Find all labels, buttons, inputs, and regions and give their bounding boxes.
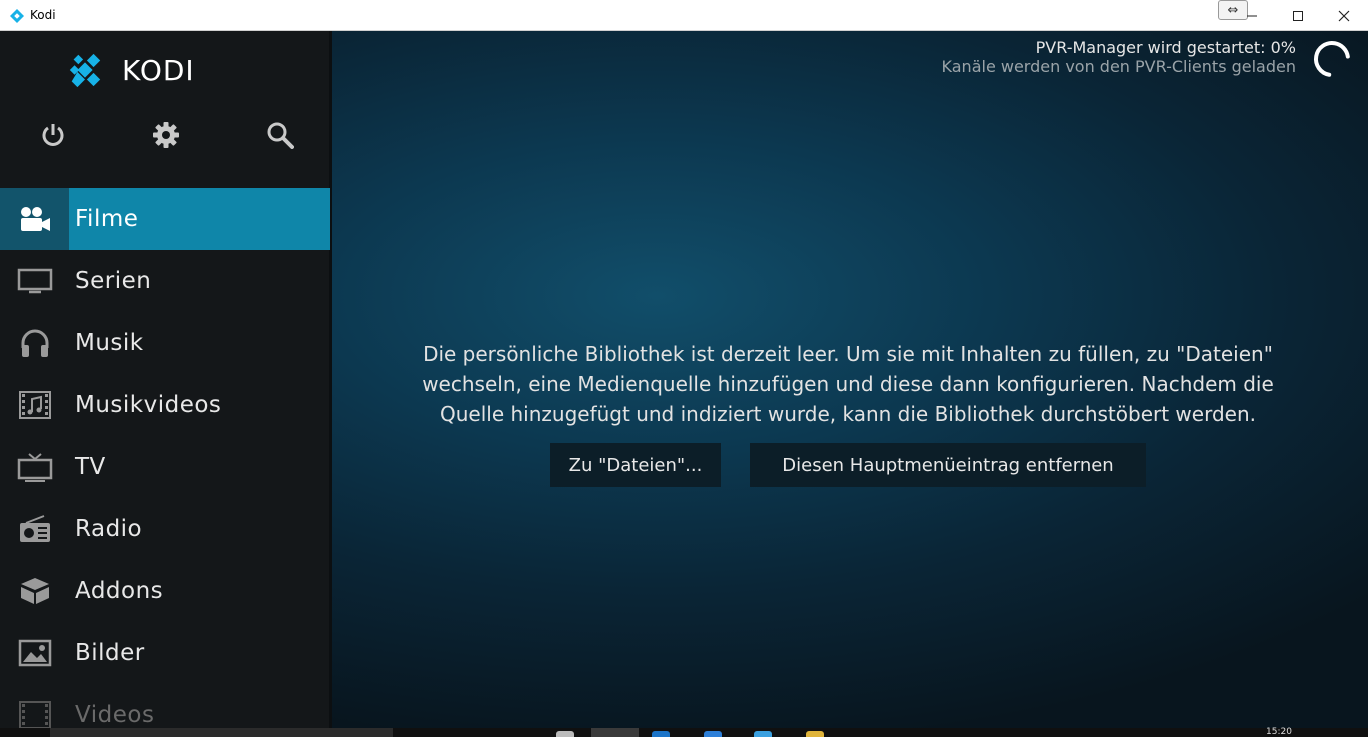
menu-item-musik[interactable]: Musik: [0, 312, 330, 374]
menu-item-bilder[interactable]: Bilder: [0, 622, 330, 684]
gear-icon[interactable]: [150, 119, 182, 151]
menu-item-label: Musikvideos: [75, 392, 222, 418]
remove-menu-entry-button[interactable]: Diesen Hauptmenüeintrag entfernen: [750, 443, 1146, 487]
kodi-main-window: KODI Filme Serien Musik Musikvideos TV R…: [0, 31, 1368, 728]
empty-library-message: Die persönliche Bibliothek ist derzeit l…: [368, 339, 1328, 429]
menu-item-serien[interactable]: Serien: [0, 250, 330, 312]
minimize-button[interactable]: [1229, 0, 1275, 31]
taskbar-app-icon[interactable]: [754, 731, 772, 737]
search-icon[interactable]: [264, 119, 296, 151]
taskbar-clock: 15:20: [1266, 727, 1292, 737]
maximize-button[interactable]: [1275, 0, 1321, 31]
music-video-icon: [0, 374, 69, 436]
menu-item-videos[interactable]: Videos: [0, 684, 330, 728]
movie-camera-icon: [0, 188, 69, 250]
menu-item-filme[interactable]: Filme: [0, 188, 330, 250]
taskbar: 15:20: [0, 728, 1368, 737]
sidebar: KODI Filme Serien Musik Musikvideos TV R…: [0, 31, 332, 728]
menu-item-label: Videos: [75, 702, 155, 728]
menu-item-radio[interactable]: Radio: [0, 498, 330, 560]
menu-item-label: Musik: [75, 330, 144, 356]
kodi-logo: KODI: [66, 53, 195, 88]
tv-monitor-icon: [0, 250, 69, 312]
menu-item-musikvideos[interactable]: Musikvideos: [0, 374, 330, 436]
kodi-logo-text: KODI: [122, 53, 195, 87]
menu-item-addons[interactable]: Addons: [0, 560, 330, 622]
picture-icon: [0, 622, 69, 684]
film-strip-icon: [0, 684, 69, 728]
radio-icon: [0, 498, 69, 560]
loading-spinner-icon: [1314, 41, 1350, 77]
taskbar-search-box[interactable]: [50, 728, 393, 737]
power-icon[interactable]: [37, 119, 69, 151]
taskbar-app-icon[interactable]: [556, 731, 574, 737]
go-to-files-button[interactable]: Zu "Dateien"...: [550, 443, 721, 487]
menu-item-label: TV: [75, 454, 106, 480]
addons-box-icon: [0, 560, 69, 622]
menu-item-tv[interactable]: TV: [0, 436, 330, 498]
menu-item-label: Filme: [75, 206, 139, 232]
menu-item-label: Radio: [75, 516, 143, 542]
close-button[interactable]: [1321, 0, 1367, 31]
kodi-app-icon: [10, 9, 24, 23]
headphones-icon: [0, 312, 69, 374]
pvr-status-text: PVR-Manager wird gestartet: 0%: [1035, 38, 1296, 57]
kodi-logo-icon: [69, 53, 101, 88]
taskbar-active-app[interactable]: [591, 728, 639, 737]
taskbar-app-icon[interactable]: [806, 731, 824, 737]
taskbar-app-icon[interactable]: [704, 731, 722, 737]
tv-icon: [0, 436, 69, 498]
message-line: Die persönliche Bibliothek ist derzeit l…: [423, 342, 1273, 366]
message-line: wechseln, eine Medienquelle hinzufügen u…: [422, 372, 1274, 396]
menu-item-label: Addons: [75, 578, 164, 604]
window-titlebar: Kodi ⇔: [0, 0, 1368, 31]
menu-item-label: Bilder: [75, 640, 145, 666]
message-line: Quelle hinzugefügt und indiziert wurde, …: [440, 402, 1256, 426]
pvr-detail-text: Kanäle werden von den PVR-Clients gelade…: [941, 57, 1296, 76]
menu-item-label: Serien: [75, 268, 152, 294]
pvr-status: PVR-Manager wird gestartet: 0% Kanäle we…: [942, 38, 1296, 76]
taskbar-app-icon[interactable]: [652, 731, 670, 737]
window-title: Kodi: [30, 8, 56, 22]
